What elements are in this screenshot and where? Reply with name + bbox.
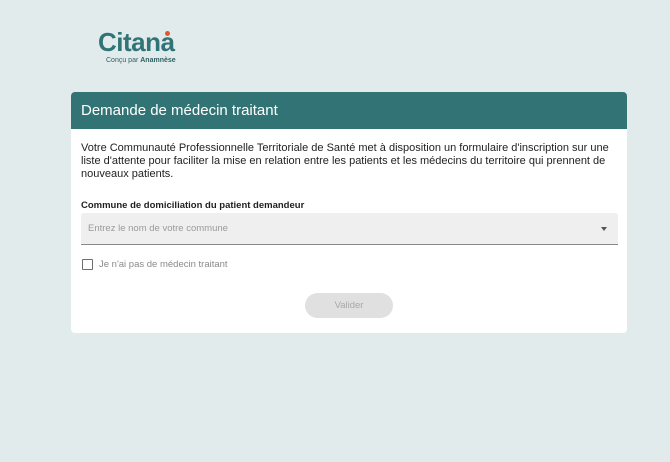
submit-button[interactable]: Valider [305, 293, 393, 318]
page: Citana Conçu par Anamnèse Demande de méd… [0, 0, 670, 462]
card-body: Votre Communauté Professionnelle Territo… [71, 129, 627, 272]
logo-wordmark: Citana [98, 27, 175, 57]
no-doctor-checkbox-label[interactable]: Je n'ai pas de médecin traitant [99, 258, 228, 271]
card-title: Demande de médecin traitant [71, 92, 627, 129]
logo-tagline-prefix: Conçu par [106, 57, 139, 64]
commune-select[interactable]: Entrez le nom de votre commune [81, 213, 618, 245]
doctor-request-card: Demande de médecin traitant Votre Commun… [71, 92, 627, 333]
checkbox-unchecked-icon[interactable] [82, 259, 93, 270]
no-doctor-checkbox-row[interactable]: Je n'ai pas de médecin traitant [81, 258, 617, 272]
chevron-down-icon [601, 227, 607, 231]
logo-accent-dot-icon [165, 31, 170, 36]
logo-tagline-brand: Anamnèse [140, 57, 176, 64]
intro-text: Votre Communauté Professionnelle Territo… [81, 142, 609, 180]
citana-logo: Citana Conçu par Anamnèse [98, 27, 198, 69]
commune-field-label: Commune de domiciliation du patient dema… [81, 200, 305, 211]
commune-select-placeholder: Entrez le nom de votre commune [88, 223, 228, 234]
logo-tagline: Conçu par Anamnèse [106, 57, 176, 64]
